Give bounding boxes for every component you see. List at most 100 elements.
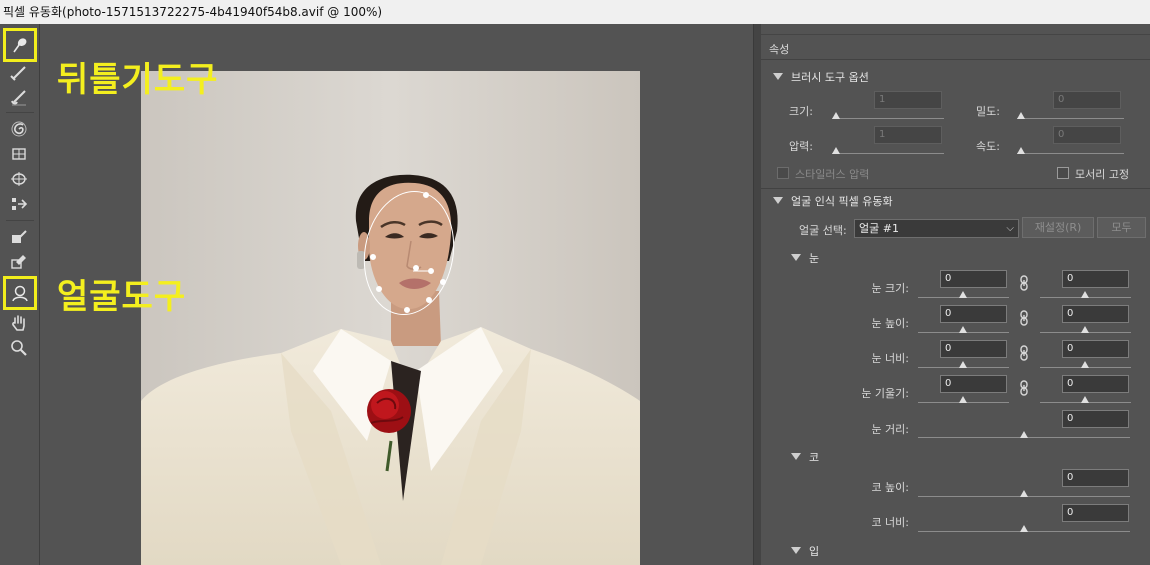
freeze-mask-tool[interactable] xyxy=(7,226,31,248)
hand-icon xyxy=(12,315,25,331)
eye-row-label: 눈 너비: xyxy=(871,352,909,365)
nose-width-field[interactable]: 0 xyxy=(1062,504,1129,522)
eye-right-thumb[interactable] xyxy=(1081,326,1089,333)
eye-left-thumb[interactable] xyxy=(959,396,967,403)
warp-tool-callout: 뒤틀기도구 xyxy=(57,60,219,100)
eye-distance-field[interactable]: 0 xyxy=(1062,410,1129,428)
thaw-mask-icon xyxy=(11,255,26,269)
mouth-header[interactable]: 입 xyxy=(791,543,819,559)
reset-button[interactable]: 재설정(R) xyxy=(1022,217,1094,238)
collapse-triangle-icon xyxy=(773,73,783,80)
brush-rate-slider[interactable] xyxy=(1017,153,1124,154)
reconstruct-brush-icon xyxy=(10,66,26,81)
bloat-tool[interactable] xyxy=(7,168,31,190)
eye-right-thumb[interactable] xyxy=(1081,291,1089,298)
push-left-icon xyxy=(12,198,28,210)
chevron-down-icon: ⌵ xyxy=(1006,223,1014,234)
link-icon[interactable] xyxy=(1019,275,1029,291)
collapse-triangle-icon xyxy=(791,254,801,261)
nose-height-field[interactable]: 0 xyxy=(1062,469,1129,487)
eye-left-thumb[interactable] xyxy=(959,326,967,333)
reconstruct-tool[interactable] xyxy=(7,62,31,84)
collapse-triangle-icon xyxy=(791,547,801,554)
twirl-icon xyxy=(11,121,27,137)
brush-density-thumb[interactable] xyxy=(1017,112,1025,119)
brush-size-thumb[interactable] xyxy=(832,112,840,119)
twirl-tool[interactable] xyxy=(7,118,31,140)
pin-edges-label: 모서리 고정 xyxy=(1075,168,1130,181)
brush-options-header[interactable]: 브러시 도구 옵션 xyxy=(773,69,869,85)
push-left-tool[interactable] xyxy=(7,193,31,215)
eye-right-field[interactable]: 0 xyxy=(1062,305,1129,323)
link-icon[interactable] xyxy=(1019,380,1029,396)
pucker-tool[interactable] xyxy=(7,143,31,165)
warp-icon xyxy=(13,38,27,53)
brush-rate-field[interactable]: 0 xyxy=(1053,126,1121,144)
nose-width-label: 코 너비: xyxy=(871,516,909,529)
eye-left-field[interactable]: 0 xyxy=(940,270,1007,288)
collapse-triangle-icon xyxy=(773,197,783,204)
face-tool-callout: 얼굴도구 xyxy=(57,277,187,317)
eye-row-label: 눈 크기: xyxy=(871,282,909,295)
eye-row-label: 눈 기울기: xyxy=(861,387,909,400)
panel-title: 속성 xyxy=(769,43,790,56)
eye-right-field[interactable]: 0 xyxy=(1062,340,1129,358)
brush-density-slider[interactable] xyxy=(1017,118,1124,119)
smooth-brush-icon xyxy=(11,90,26,106)
brush-pressure-field[interactable]: 1 xyxy=(874,126,942,144)
brush-size-label: 크기: xyxy=(789,105,813,118)
tool-panel xyxy=(0,24,40,565)
eye-right-field[interactable]: 0 xyxy=(1062,375,1129,393)
pin-edges-checkbox[interactable] xyxy=(1057,167,1069,179)
bloat-icon xyxy=(11,172,27,186)
eye-left-thumb[interactable] xyxy=(959,291,967,298)
photo-preview[interactable] xyxy=(141,71,640,565)
preview-canvas[interactable]: 뒤틀기도구 얼굴도구 xyxy=(41,24,753,565)
nose-header[interactable]: 코 xyxy=(791,449,819,465)
portrait-image xyxy=(141,71,640,565)
panel-splitter[interactable] xyxy=(753,24,761,565)
face-aware-header[interactable]: 얼굴 인식 픽셀 유동화 xyxy=(773,193,893,209)
all-button[interactable]: 모두 xyxy=(1097,217,1146,238)
brush-rate-thumb[interactable] xyxy=(1017,147,1025,154)
brush-density-field[interactable]: 0 xyxy=(1053,91,1121,109)
collapse-triangle-icon xyxy=(791,453,801,460)
eye-right-field[interactable]: 0 xyxy=(1062,270,1129,288)
zoom-icon xyxy=(11,340,27,356)
eye-left-field[interactable]: 0 xyxy=(940,340,1007,358)
face-select-dropdown[interactable]: 얼굴 #1 ⌵ xyxy=(854,219,1019,238)
nose-height-thumb[interactable] xyxy=(1020,490,1028,497)
face-icon xyxy=(12,285,28,302)
stylus-pressure-label: 스타일러스 압력 xyxy=(795,168,870,181)
link-icon[interactable] xyxy=(1019,345,1029,361)
eye-right-thumb[interactable] xyxy=(1081,396,1089,403)
eye-left-thumb[interactable] xyxy=(959,361,967,368)
eye-distance-label: 눈 거리: xyxy=(871,423,909,436)
brush-size-slider[interactable] xyxy=(832,118,944,119)
stylus-pressure-checkbox[interactable] xyxy=(777,167,789,179)
eye-distance-thumb[interactable] xyxy=(1020,431,1028,438)
brush-pressure-thumb[interactable] xyxy=(832,147,840,154)
brush-pressure-slider[interactable] xyxy=(832,153,944,154)
zoom-tool[interactable] xyxy=(7,337,31,359)
hand-tool[interactable] xyxy=(7,312,31,334)
smooth-tool[interactable] xyxy=(7,86,31,108)
eyes-header[interactable]: 눈 xyxy=(791,250,819,266)
window-title: 픽셀 유동화(photo-1571513722275-4b41940f54b8.… xyxy=(0,0,1150,24)
eye-right-thumb[interactable] xyxy=(1081,361,1089,368)
brush-size-field[interactable]: 1 xyxy=(874,91,942,109)
eye-left-field[interactable]: 0 xyxy=(940,375,1007,393)
link-icon[interactable] xyxy=(1019,310,1029,326)
properties-panel: 속성 브러시 도구 옵션 크기: 1 밀도: 0 압력: 1 속도: 0 스타일… xyxy=(761,34,1150,565)
forward-warp-tool[interactable] xyxy=(3,28,37,62)
brush-pressure-label: 압력: xyxy=(789,140,813,153)
brush-density-label: 밀도: xyxy=(976,105,1000,118)
face-tool[interactable] xyxy=(3,276,37,310)
eye-left-field[interactable]: 0 xyxy=(940,305,1007,323)
thaw-mask-tool[interactable] xyxy=(7,251,31,273)
eye-row-label: 눈 높이: xyxy=(871,317,909,330)
nose-width-thumb[interactable] xyxy=(1020,525,1028,532)
brush-rate-label: 속도: xyxy=(976,140,1000,153)
nose-height-label: 코 높이: xyxy=(871,481,909,494)
freeze-mask-icon xyxy=(12,230,27,243)
